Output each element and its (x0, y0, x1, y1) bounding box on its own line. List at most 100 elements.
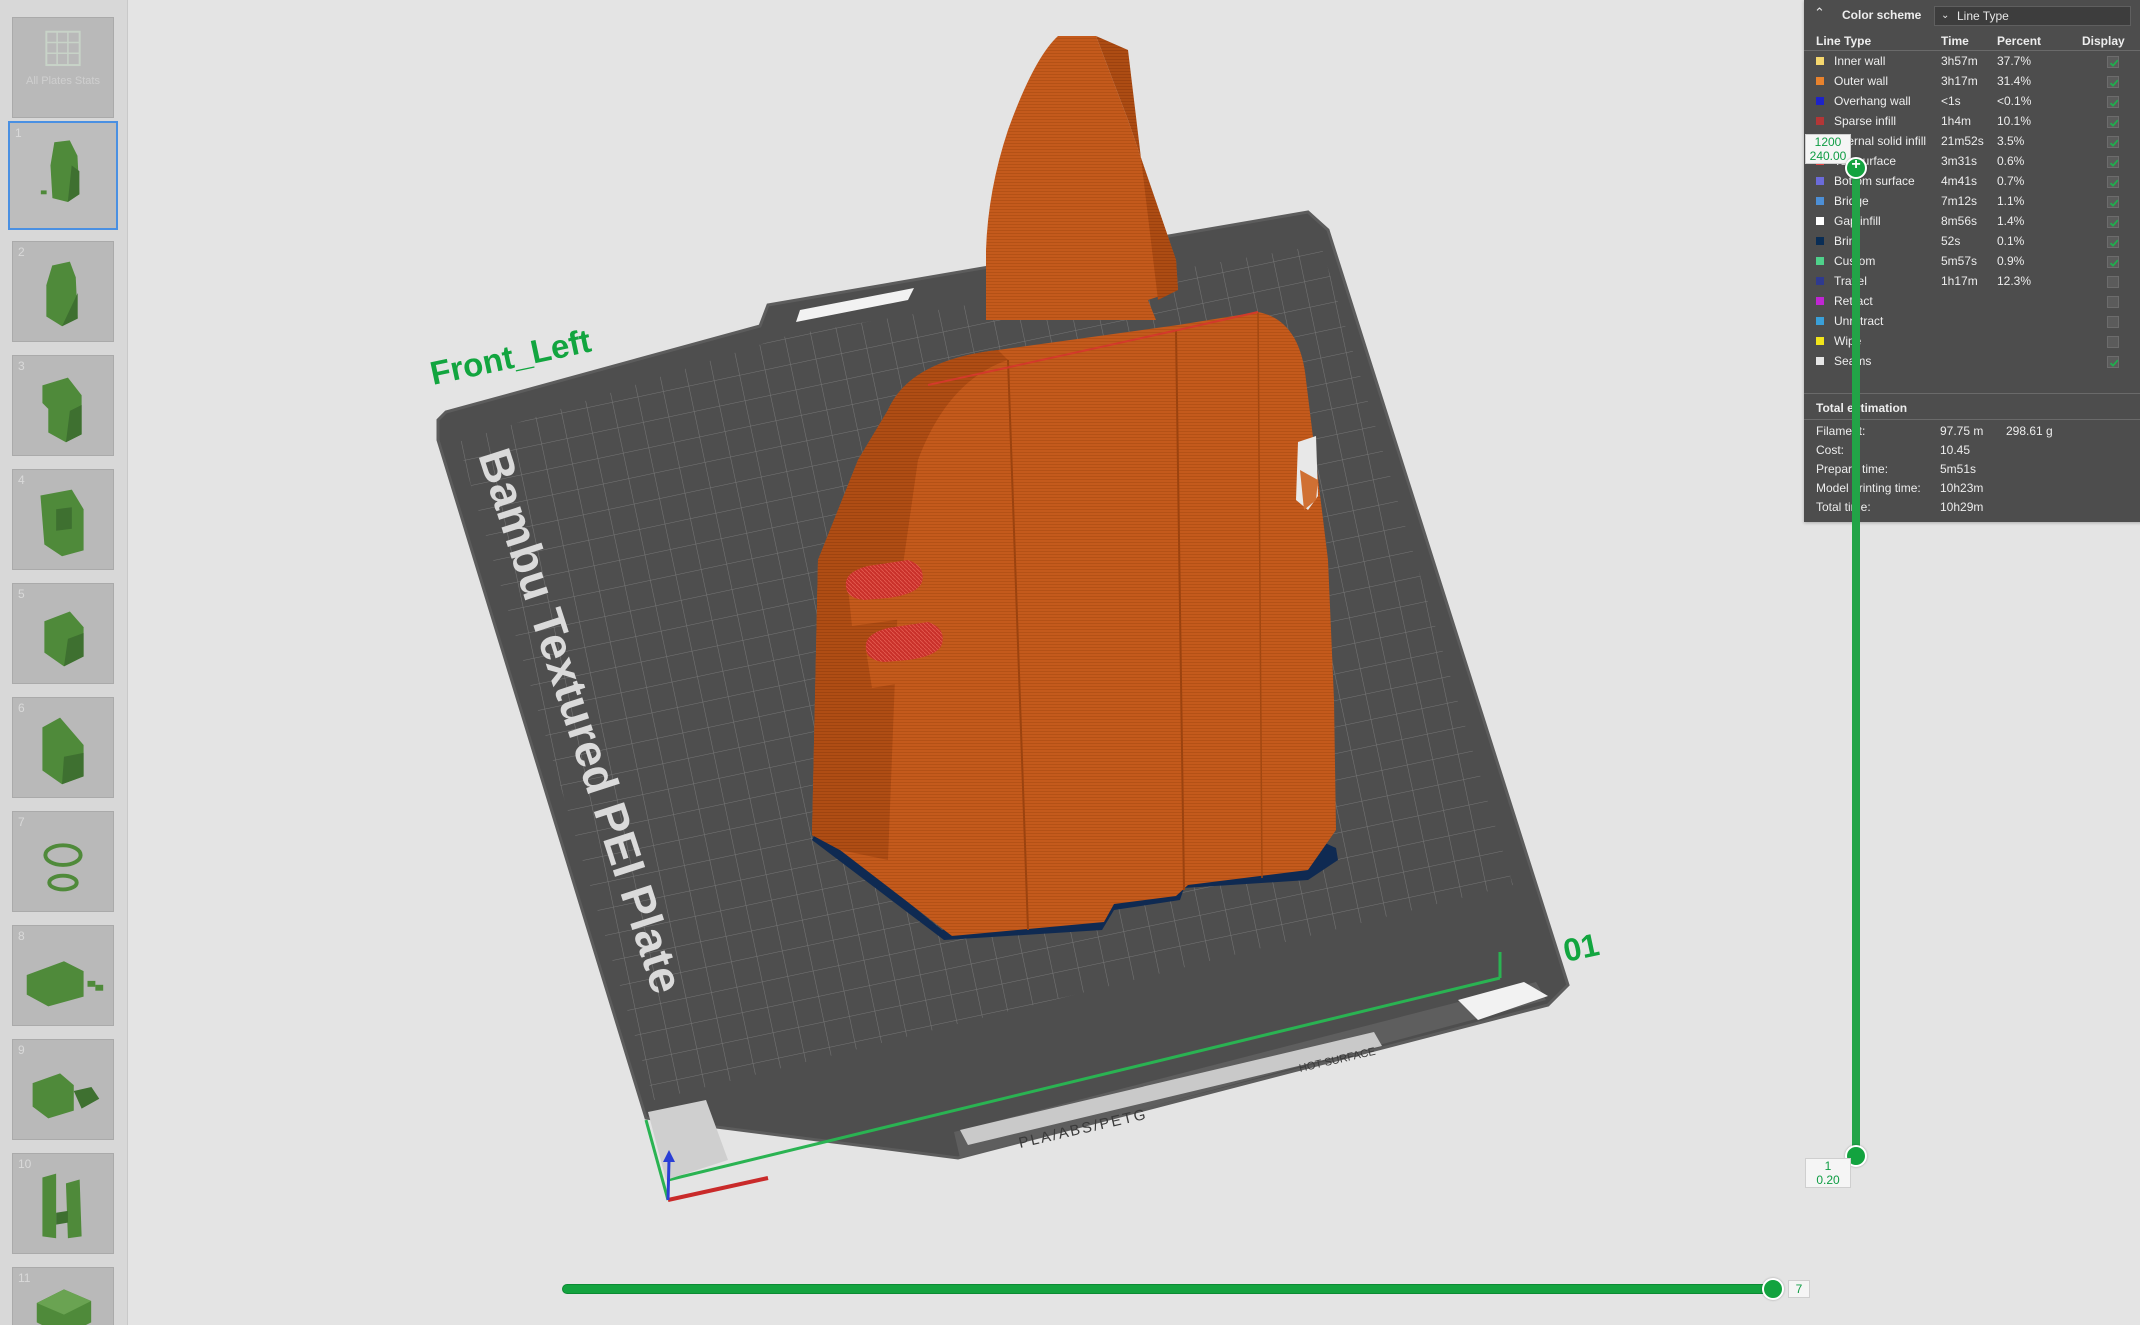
line-type-time: 5m57s (1941, 254, 1978, 268)
sliced-model-preview (812, 36, 1338, 940)
legend-row: Outer wall 3h17m 31.4% (1804, 71, 2140, 92)
color-swatch (1816, 117, 1824, 125)
display-checkbox[interactable] (2107, 136, 2119, 148)
line-type-percent: 37.7% (1997, 54, 2032, 68)
total-estimation-title: Total estimation (1816, 401, 1908, 415)
checkmark-icon (2109, 119, 2119, 127)
checkmark-icon (2109, 359, 2119, 367)
line-type-time: 4m41s (1941, 174, 1978, 188)
checkmark-icon (2109, 219, 2119, 227)
checkmark-icon (2109, 199, 2119, 207)
line-type-percent: 0.1% (1997, 234, 2025, 248)
model-thumbnail-icon (42, 717, 84, 785)
plate-thumbnail-6[interactable]: 6 (12, 697, 114, 798)
line-type-percent: <0.1% (1997, 94, 2032, 108)
checkmark-icon (2109, 99, 2119, 107)
legend-row: Internal solid infill 21m52s 3.5% (1804, 131, 2140, 152)
bottom-layer-height: 0.20 (1816, 1173, 1840, 1187)
display-checkbox[interactable] (2107, 76, 2119, 88)
color-scheme-title: Color scheme (1842, 8, 1922, 22)
line-type-time: 52s (1941, 234, 1961, 248)
model-thumbnail-icon (44, 611, 84, 667)
column-header-time: Time (1941, 34, 1969, 48)
plate-thumbnail-9[interactable]: 9 (12, 1039, 114, 1140)
collapse-chevron-icon[interactable]: ⌃ (1814, 5, 1825, 21)
plate-thumbnail-strip: All Plates Stats 1 2 3 4 5 6 7 8 9 10 11 (0, 0, 128, 1325)
display-checkbox[interactable] (2107, 156, 2119, 168)
chevron-down-icon: ⌄ (1941, 10, 1950, 21)
plus-icon: + (1851, 156, 1861, 173)
line-type-time: 3h17m (1941, 74, 1978, 88)
line-type-percent: 0.6% (1997, 154, 2025, 168)
display-checkbox[interactable] (2107, 196, 2119, 208)
move-slider-handle[interactable] (1762, 1278, 1784, 1300)
plate-thumbnail-7[interactable]: 7 (12, 811, 114, 912)
color-swatch (1816, 57, 1824, 65)
line-type-time: 3h57m (1941, 54, 1978, 68)
display-checkbox[interactable] (2107, 176, 2119, 188)
checkmark-icon (2109, 59, 2119, 67)
all-plates-grid-icon (45, 30, 81, 67)
display-checkbox[interactable] (2107, 116, 2119, 128)
legend-row: Overhang wall <1s <0.1% (1804, 91, 2140, 112)
legend-row: Inner wall 3h57m 37.7% (1804, 51, 2140, 72)
line-type-name: Bottom surface (1834, 174, 1915, 188)
3d-viewport[interactable]: Bambu Textured PEI Plate Front_Left 01 P… (128, 0, 2140, 1325)
color-swatch (1816, 297, 1824, 305)
plate-thumbnail-10[interactable]: 10 (12, 1153, 114, 1254)
layer-slider-track[interactable] (1852, 168, 1860, 1156)
checkmark-icon (2109, 259, 2119, 267)
all-plates-stats-thumbnail[interactable]: All Plates Stats (12, 17, 114, 118)
plate-thumbnail-2[interactable]: 2 (12, 241, 114, 342)
top-layer-number: 1200 (1814, 135, 1842, 149)
filament-weight-value: 298.61 g (2006, 424, 2053, 438)
display-checkbox[interactable] (2107, 236, 2119, 248)
plate-thumbnail-4[interactable]: 4 (12, 469, 114, 570)
display-checkbox[interactable] (2107, 96, 2119, 108)
display-checkbox[interactable] (2107, 296, 2119, 308)
display-checkbox[interactable] (2107, 356, 2119, 368)
checkmark-icon (2109, 139, 2119, 147)
display-checkbox[interactable] (2107, 336, 2119, 348)
color-swatch (1816, 197, 1824, 205)
display-checkbox[interactable] (2107, 256, 2119, 268)
line-type-percent: 1.4% (1997, 214, 2025, 228)
plate-thumbnail-3[interactable]: 3 (12, 355, 114, 456)
line-type-time: 3m31s (1941, 154, 1978, 168)
display-checkbox[interactable] (2107, 316, 2119, 328)
model-thumbnail-icon (26, 961, 104, 1007)
display-checkbox[interactable] (2107, 276, 2119, 288)
plate-thumbnail-11[interactable]: 11 (12, 1267, 114, 1325)
color-swatch (1816, 177, 1824, 185)
display-checkbox[interactable] (2107, 56, 2119, 68)
line-type-percent: 0.7% (1997, 174, 2025, 188)
plate-number-label: 01 (1560, 926, 1602, 969)
line-type-percent: 0.9% (1997, 254, 2025, 268)
column-header-display: Display (2082, 34, 2125, 48)
color-swatch (1816, 357, 1824, 365)
color-swatch (1816, 237, 1824, 245)
line-type-name: Outer wall (1834, 74, 1889, 88)
model-thumbnail-icon (46, 261, 78, 327)
top-layer-height: 240.00 (1809, 149, 1847, 163)
total-time-value: 10h29m (1940, 500, 1984, 514)
plate-thumbnail-5[interactable]: 5 (12, 583, 114, 684)
move-slider-track[interactable] (562, 1284, 1772, 1294)
display-checkbox[interactable] (2107, 216, 2119, 228)
model-printing-time-label: Model printing time: (1816, 481, 1921, 495)
checkmark-icon (2109, 179, 2119, 187)
color-scheme-header[interactable]: ⌃ Color scheme ⌄ Line Type (1804, 0, 2140, 30)
total-time-label: Total time: (1816, 500, 1871, 514)
plate-thumbnail-1[interactable]: 1 (8, 121, 118, 230)
color-swatch (1816, 97, 1824, 105)
color-swatch (1816, 257, 1824, 265)
top-layer-handle[interactable]: + (1845, 156, 1867, 179)
bottom-layer-label: 1 0.20 (1805, 1158, 1851, 1188)
bottom-layer-number: 1 (1824, 1159, 1832, 1173)
color-swatch (1816, 77, 1824, 85)
line-type-dropdown[interactable]: ⌄ Line Type (1934, 6, 2131, 26)
plate-thumbnail-8[interactable]: 8 (12, 925, 114, 1026)
checkmark-icon (2109, 239, 2119, 247)
model-printing-time-value: 10h23m (1940, 481, 1984, 495)
line-type-time: <1s (1941, 94, 1961, 108)
